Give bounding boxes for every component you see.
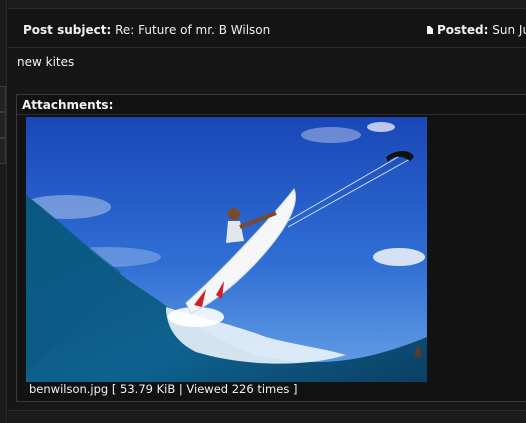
post-date-label: Posted:: [437, 23, 489, 37]
post-date-value: Sun Jun: [492, 23, 526, 37]
bottom-band: [8, 410, 526, 423]
left-edge-tab: [0, 86, 6, 112]
attachment-image[interactable]: [26, 117, 427, 382]
post-subject: Post subject: Re: Future of mr. B Wilson: [23, 23, 270, 37]
post-date: Posted: Sun Jun: [427, 23, 526, 37]
post-doc-icon[interactable]: [427, 26, 433, 34]
attachment-caption: benwilson.jpg [ 53.79 KiB | Viewed 226 t…: [29, 382, 297, 396]
attachment-image-graphic: [26, 117, 427, 382]
attachment-meta: [ 53.79 KiB | Viewed 226 times ]: [111, 382, 298, 396]
post-subject-label: Post subject:: [23, 23, 112, 37]
post-header: Post subject: Re: Future of mr. B Wilson…: [8, 10, 526, 48]
left-edge-tab: [0, 138, 6, 164]
post-message: new kites: [17, 55, 75, 69]
left-edge-strip: [0, 0, 7, 423]
attachments-title: Attachments:: [22, 98, 114, 112]
top-band: [8, 0, 526, 9]
attachments-divider: [17, 114, 526, 115]
post-subject-value: Re: Future of mr. B Wilson: [115, 23, 271, 37]
left-edge-tab: [0, 112, 6, 138]
attachment-filename[interactable]: benwilson.jpg: [29, 382, 108, 396]
forum-post-frame: Post subject: Re: Future of mr. B Wilson…: [0, 0, 526, 423]
